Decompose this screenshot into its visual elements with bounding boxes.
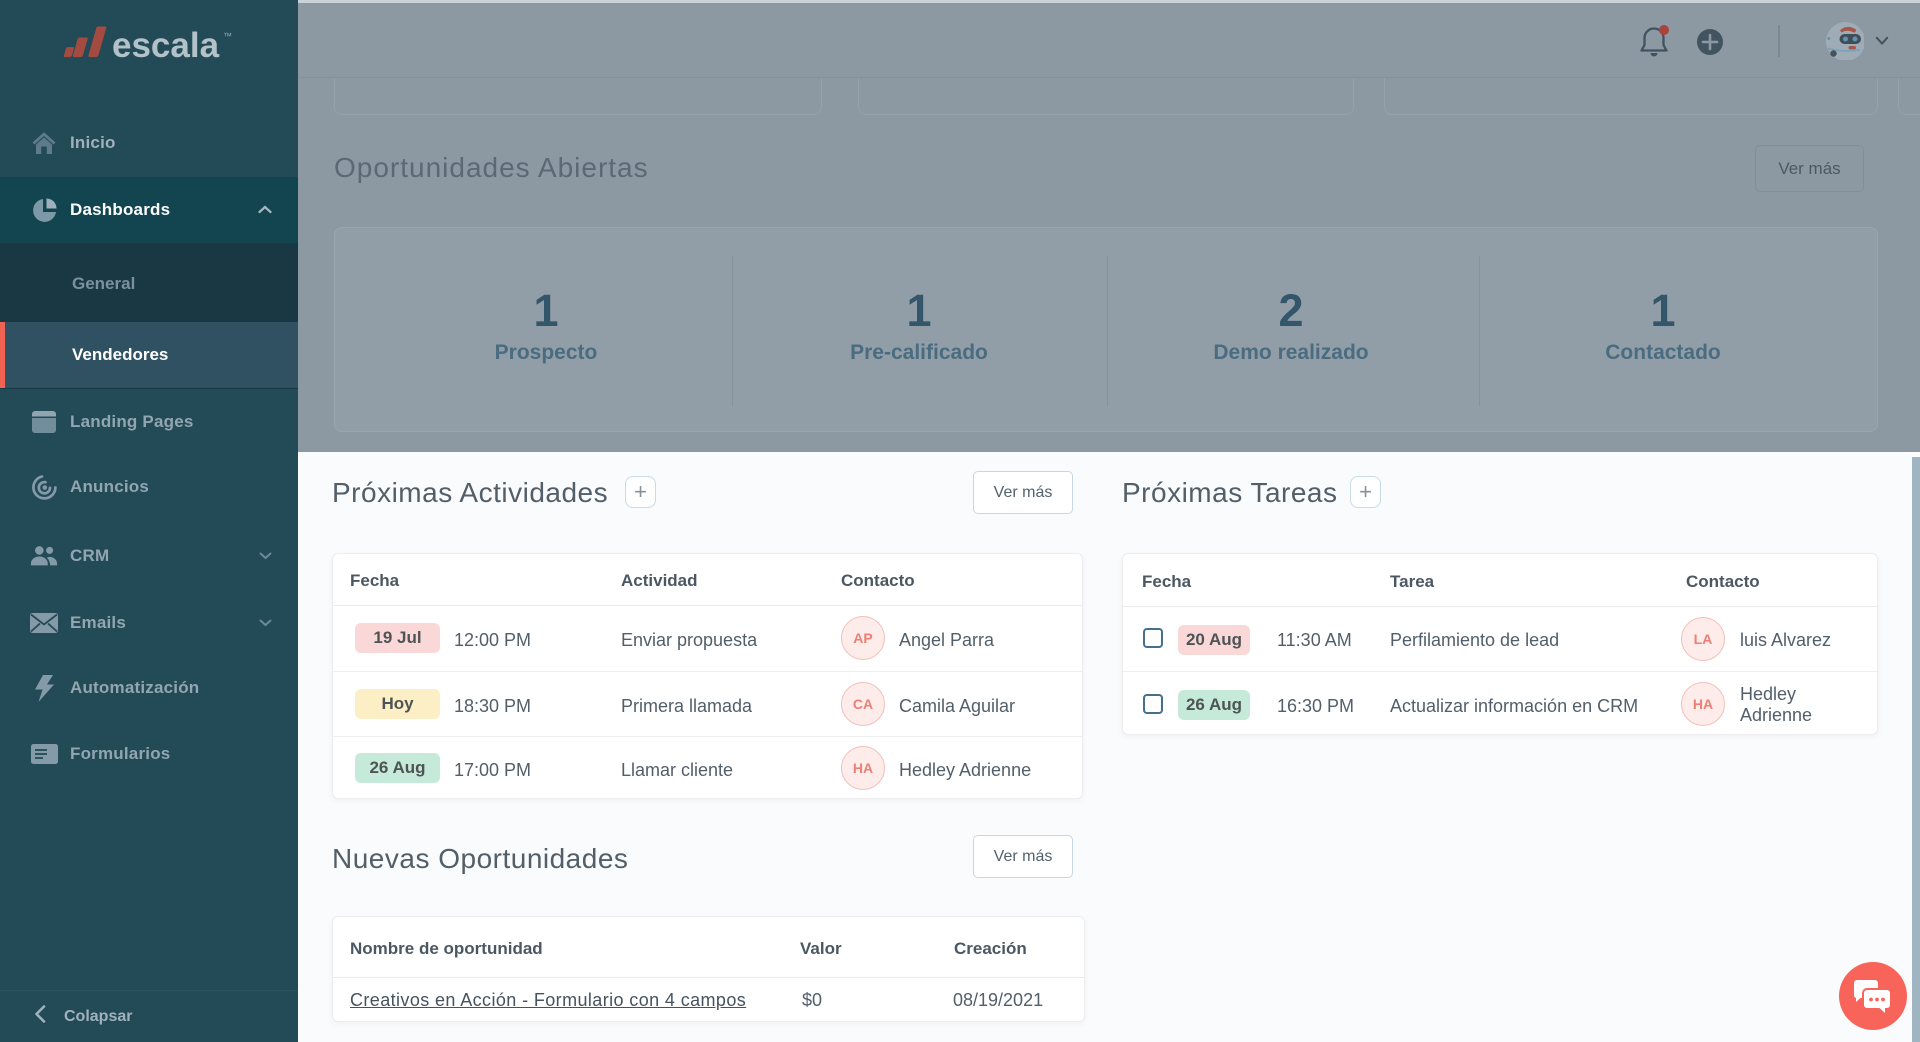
svg-text:™: ™ [223, 31, 232, 41]
svg-text:escala: escala [112, 26, 220, 62]
